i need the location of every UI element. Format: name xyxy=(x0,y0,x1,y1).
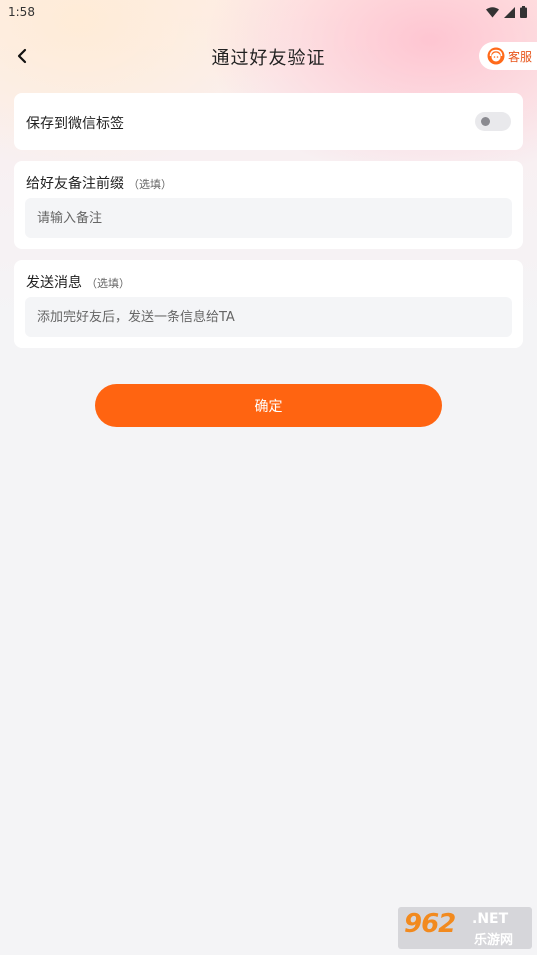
remark-optional-hint: （选填） xyxy=(128,178,172,191)
remark-card: 给好友备注前缀 （选填） xyxy=(14,161,523,249)
signal-icon xyxy=(504,6,515,18)
status-time: 1:58 xyxy=(8,5,35,19)
message-label-group: 发送消息 （选填） xyxy=(26,272,130,292)
status-icons xyxy=(486,6,527,18)
customer-service-button[interactable]: 客服 xyxy=(479,42,537,70)
remark-label-group: 给好友备注前缀 （选填） xyxy=(26,173,172,193)
status-bar: 1:58 xyxy=(0,0,537,24)
wifi-icon xyxy=(486,6,499,17)
message-card: 发送消息 （选填） xyxy=(14,260,523,348)
message-label: 发送消息 xyxy=(26,275,82,291)
watermark-text: 乐游网 xyxy=(474,933,514,948)
save-tag-label: 保存到微信标签 xyxy=(26,116,124,132)
toggle-knob xyxy=(481,117,490,126)
watermark-number: 962 xyxy=(404,909,456,939)
navigation-bar: 通过好友验证 客服 xyxy=(0,34,537,78)
remark-label: 给好友备注前缀 xyxy=(26,176,124,192)
save-tag-toggle[interactable] xyxy=(475,112,511,131)
save-tag-card: 保存到微信标签 xyxy=(14,93,523,150)
battery-icon xyxy=(520,6,527,18)
message-input[interactable] xyxy=(25,297,512,337)
watermark-suffix: .NET xyxy=(472,911,509,927)
site-watermark-logo: 962 .NET 乐游网 xyxy=(398,907,532,949)
confirm-button[interactable]: 确定 xyxy=(95,384,442,427)
headset-avatar-icon xyxy=(487,47,505,65)
customer-service-label: 客服 xyxy=(508,49,533,64)
remark-input[interactable] xyxy=(25,198,512,238)
page-title: 通过好友验证 xyxy=(211,48,326,69)
message-optional-hint: （选填） xyxy=(86,277,130,290)
